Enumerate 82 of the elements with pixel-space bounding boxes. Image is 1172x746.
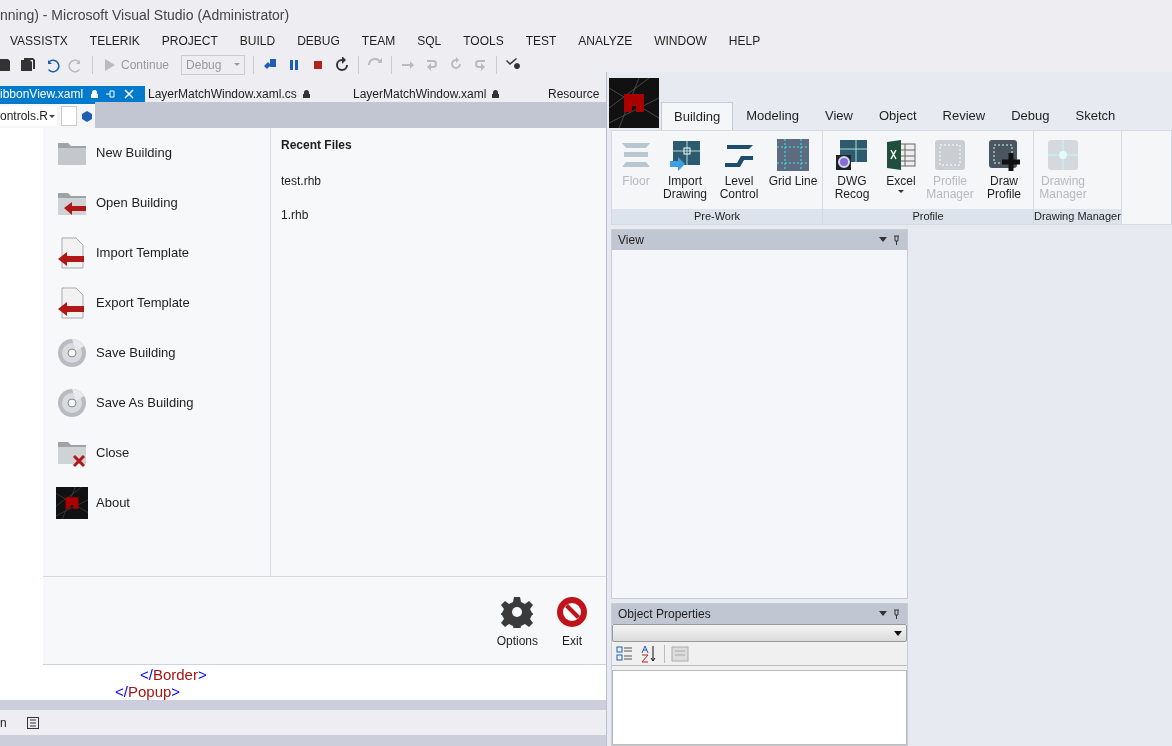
recent-file[interactable]: test.rhb <box>281 172 606 190</box>
exit-button[interactable]: Exit <box>556 596 588 650</box>
panel-title: Object Properties <box>618 606 711 623</box>
logo-icon <box>56 487 88 519</box>
ribbon-button[interactable]: DWG Recog <box>827 139 877 201</box>
dwg-recog-icon <box>836 139 868 171</box>
import-drawing-icon <box>669 139 701 171</box>
backstage-item[interactable]: About <box>43 478 270 528</box>
profile-add-icon <box>988 139 1020 171</box>
menu-item[interactable]: SQL <box>417 32 442 50</box>
ribbon-tab[interactable]: Building <box>661 102 734 130</box>
ribbon-tab[interactable]: Modeling <box>733 102 813 130</box>
menu-item[interactable]: DEBUG <box>297 32 340 50</box>
menu-item[interactable]: TELERIK <box>89 32 140 50</box>
cube-icon <box>81 110 93 122</box>
ribbon-button[interactable]: Grid Line <box>768 139 818 188</box>
backstage-item[interactable]: Open Building <box>43 178 270 228</box>
type-dropdown[interactable]: ontrols.R <box>0 106 57 126</box>
backstage-item[interactable]: Save As Building <box>43 378 270 428</box>
menu-item[interactable]: TOOLS <box>463 32 504 50</box>
sort-alphabetical-icon[interactable] <box>640 644 658 663</box>
ribbon-button[interactable]: Draw Profile <box>979 139 1029 201</box>
ribbon-button[interactable]: Level Control <box>714 139 764 201</box>
restart-icon[interactable] <box>334 56 351 73</box>
pin-icon[interactable] <box>879 609 901 619</box>
menu-item[interactable]: WINDOW <box>654 32 707 50</box>
menu-item[interactable]: VASSISTX <box>10 32 68 50</box>
ribbon-tab[interactable]: Debug <box>998 102 1063 130</box>
ribbon-button[interactable]: Import Drawing <box>660 139 710 201</box>
ribbon-tab[interactable]: Review <box>929 102 999 130</box>
menu-item[interactable]: TEAM <box>361 32 396 50</box>
menu-item[interactable]: BUILD <box>239 32 276 50</box>
lock-icon <box>302 90 310 98</box>
code-line: </Border> <box>139 666 208 683</box>
object-dropdown[interactable] <box>612 624 907 642</box>
document-tab[interactable]: LayerMatchWindow.xaml <box>350 86 545 102</box>
disc-icon <box>57 338 87 368</box>
pin-icon[interactable] <box>106 90 117 98</box>
list-icon[interactable] <box>26 716 39 729</box>
backstage-item[interactable]: Close <box>43 428 270 478</box>
profile-icon <box>934 139 966 171</box>
menu-item[interactable]: TEST <box>525 32 557 50</box>
document-tab[interactable]: ibbonView.xaml <box>0 86 145 102</box>
backstage-item[interactable]: Save Building <box>43 328 270 378</box>
drawing-manager-icon <box>1047 139 1079 171</box>
ribbon-tab[interactable]: View <box>812 102 866 130</box>
menu-item[interactable]: PROJECT <box>161 32 218 50</box>
document-tab[interactable]: Resource <box>545 86 600 102</box>
recent-files-heading: Recent Files <box>281 137 353 154</box>
backstage-item[interactable]: Import Template <box>43 228 270 278</box>
group-label: Profile <box>823 209 1033 224</box>
backstage-item[interactable]: New Building <box>43 128 270 178</box>
group-label: Pre-Work <box>612 209 822 224</box>
panel-tab[interactable]: n <box>0 713 7 732</box>
panel-title: View <box>618 232 644 249</box>
save-all-icon[interactable] <box>20 56 36 73</box>
options-button[interactable]: Options <box>496 596 538 650</box>
categorized-icon[interactable] <box>616 644 634 663</box>
menu-item[interactable]: ANALYZE <box>578 32 633 50</box>
settings-icon <box>501 596 534 628</box>
play-icon <box>105 58 115 71</box>
save-icon[interactable] <box>0 56 12 73</box>
ribbon-tab[interactable]: Sketch <box>1062 102 1129 130</box>
lock-icon <box>492 90 500 98</box>
window-title: nning) - Microsoft Visual Studio (Administrator) <box>0 5 290 25</box>
ribbon-button[interactable]: Excel <box>881 139 921 193</box>
disc-icon <box>57 388 87 418</box>
grid-icon <box>777 139 809 171</box>
backstage-item[interactable]: Export Template <box>43 278 270 328</box>
pin-icon[interactable] <box>879 235 901 245</box>
close-icon[interactable] <box>124 89 135 99</box>
group-label: Drawing Manager <box>1034 209 1121 224</box>
logo-icon <box>609 78 659 128</box>
no-entry-icon <box>556 596 588 628</box>
spreadsheet-icon <box>885 139 917 171</box>
menu-item[interactable]: HELP <box>728 32 761 50</box>
ribbon-tab[interactable]: Object <box>866 102 930 130</box>
recent-file[interactable]: 1.rhb <box>281 206 606 224</box>
code-line: </Popup> <box>114 683 182 700</box>
document-tab[interactable]: LayerMatchWindow.xaml.cs <box>145 86 350 102</box>
caret-icon <box>894 630 902 636</box>
lock-icon <box>91 90 99 98</box>
